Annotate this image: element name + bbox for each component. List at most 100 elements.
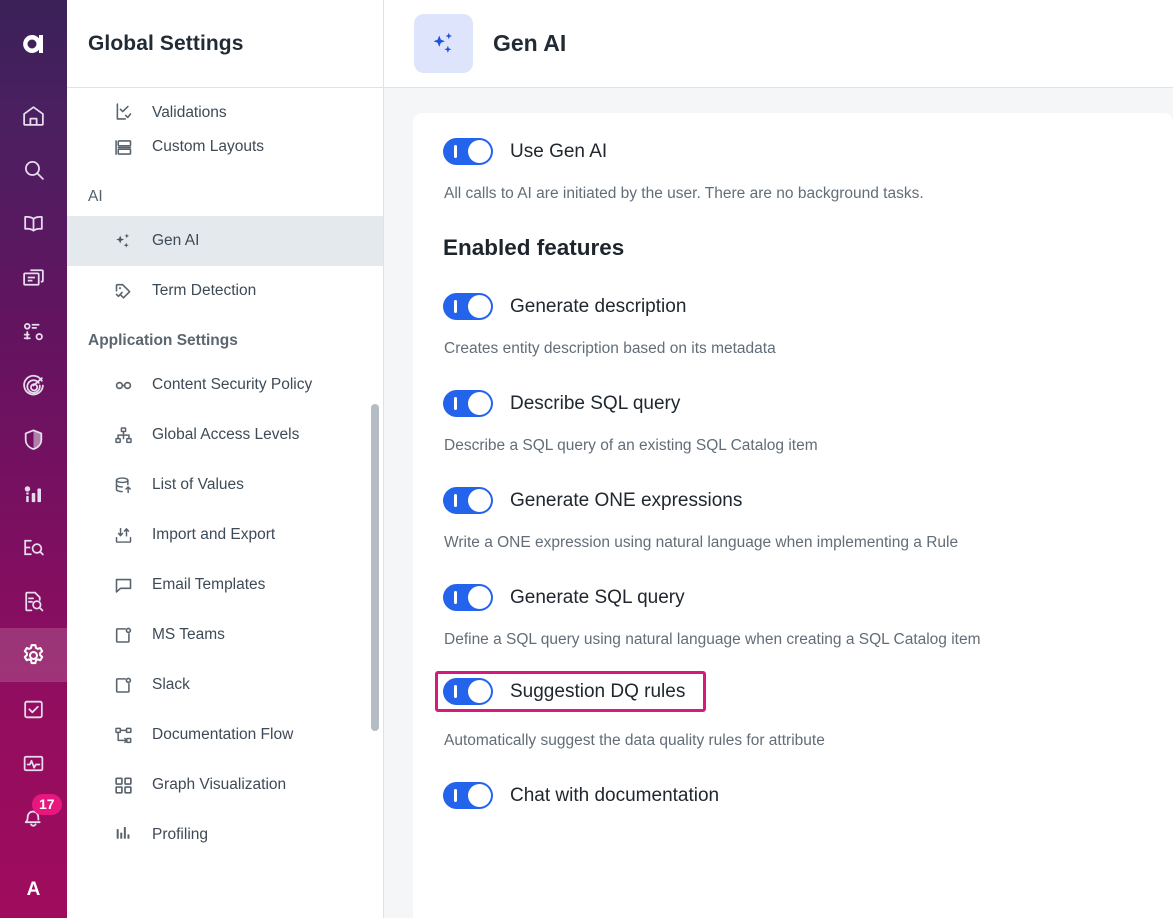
sidebar-item-email-templates[interactable]: Email Templates [67,560,383,610]
sql-catalog-search-icon[interactable] [0,520,67,574]
feature-description: Write a ONE expression using natural lan… [444,534,1139,552]
use-gen-ai-label: Use Gen AI [510,141,607,163]
data-quality-target-icon[interactable] [0,358,67,412]
sidebar-item-ms-teams[interactable]: MS Teams [67,610,383,660]
generate-sql-query-toggle[interactable] [443,584,493,611]
toggle-bar-icon [454,397,457,410]
toggle-bar-icon [454,145,457,158]
toggle-knob [468,586,491,609]
feature-label: Suggestion DQ rules [510,681,685,703]
generate-one-expressions-toggle[interactable] [443,487,493,514]
tasks-checkbox-icon[interactable] [0,682,67,736]
toggle-knob [468,295,491,318]
sidebar-scrollbar-thumb[interactable] [371,404,379,731]
profiling-bars-icon [112,822,134,844]
sidebar-item-global-access-levels[interactable]: Global Access Levels [67,410,383,460]
import-export-icon [112,524,134,546]
data-model-icon[interactable] [0,304,67,358]
catalog-folder-icon[interactable] [0,250,67,304]
shield-icon[interactable] [0,412,67,466]
sidebar-item-graph-visualization[interactable]: Graph Visualization [67,760,383,810]
sidebar-group-application-settings: Application Settings [67,316,383,360]
sidebar-item-label: Slack [152,676,190,694]
feature-label: Chat with documentation [510,785,719,807]
sidebar-item-profiling[interactable]: Profiling [67,810,383,844]
feature-description: Define a SQL query using natural languag… [444,631,1139,649]
monitoring-pulse-icon[interactable] [0,736,67,790]
main-content: Gen AI Use Gen AI All calls to AI are in… [384,0,1173,918]
feature-description: Creates entity description based on its … [444,340,1139,358]
slack-icon [112,674,134,696]
sidebar-item-label: Gen AI [152,232,199,250]
custom-layouts-icon [112,136,134,158]
page-title: Global Settings [88,32,244,56]
sidebar-item-gen-ai[interactable]: Gen AI [67,216,383,266]
sidebar-item-custom-layouts[interactable]: Custom Layouts [67,122,383,172]
reports-bar-chart-icon[interactable] [0,466,67,520]
graph-visualization-icon [112,774,134,796]
toggle-bar-icon [454,300,457,313]
sidebar-item-label: Email Templates [152,576,265,594]
avatar[interactable]: A [0,862,67,918]
feature-label: Generate ONE expressions [510,490,742,512]
sidebar-item-label: Content Security Policy [152,376,312,394]
tag-check-icon [112,280,134,302]
main-header: Gen AI [384,0,1173,88]
use-gen-ai-toggle[interactable] [443,138,493,165]
gen-ai-settings-card: Use Gen AI All calls to AI are initiated… [413,113,1173,918]
sidebar-item-label: Documentation Flow [152,726,293,744]
sidebar-item-slack[interactable]: Slack [67,660,383,710]
left-icon-rail: 17 A [0,0,67,918]
sidebar-item-term-detection[interactable]: Term Detection [67,266,383,316]
toggle-bar-icon [454,591,457,604]
validations-icon [112,100,134,122]
feature-description: Automatically suggest the data quality r… [444,732,1139,750]
sidebar-item-label: Validations [152,104,227,122]
sidebar-item-validations[interactable]: Validations [67,88,383,122]
sidebar-item-list-of-values[interactable]: List of Values [67,460,383,510]
feature-row: Generate ONE expressions [443,487,1139,514]
gear-icon[interactable] [0,628,67,682]
describe-sql-query-toggle[interactable] [443,390,493,417]
chat-with-documentation-toggle[interactable] [443,782,493,809]
sidebar-item-label: Import and Export [152,526,275,544]
sidebar-item-documentation-flow[interactable]: Documentation Flow [67,710,383,760]
feature-label: Generate SQL query [510,587,685,609]
glossary-book-icon[interactable] [0,196,67,250]
settings-sidebar: Global Settings Validations Custom Layou… [67,0,384,918]
sidebar-item-label: Global Access Levels [152,426,299,444]
main-body: Use Gen AI All calls to AI are initiated… [384,88,1173,918]
sidebar-group-ai: AI [67,172,383,216]
toggle-bar-icon [454,789,457,802]
sparkle-icon [112,230,134,252]
sidebar-item-label: Graph Visualization [152,776,286,794]
sidebar-item-import-and-export[interactable]: Import and Export [67,510,383,560]
sidebar-scroll-area[interactable]: Validations Custom Layouts AI Gen AI [67,88,383,918]
use-gen-ai-row: Use Gen AI [443,138,1139,165]
generate-description-toggle[interactable] [443,293,493,320]
sidebar-item-label: List of Values [152,476,244,494]
sidebar-item-content-security-policy[interactable]: Content Security Policy [67,360,383,410]
enabled-features-heading: Enabled features [443,235,1139,261]
toggle-knob [468,489,491,512]
bell-icon[interactable]: 17 [0,790,67,844]
link-chain-icon [112,374,134,396]
database-upload-icon [112,474,134,496]
search-icon[interactable] [0,142,67,196]
ataccama-logo[interactable] [0,0,67,88]
main-page-title: Gen AI [493,30,566,57]
document-search-icon[interactable] [0,574,67,628]
sidebar-item-label: Profiling [152,826,208,844]
feature-row: Describe SQL query [443,390,1139,417]
home-icon[interactable] [0,88,67,142]
feature-label: Describe SQL query [510,393,680,415]
suggestion-dq-rules-toggle[interactable] [443,678,493,705]
sparkle-icon [414,14,473,73]
hierarchy-icon [112,424,134,446]
feature-row: Generate description [443,293,1139,320]
toggle-knob [468,784,491,807]
sidebar-item-label: Custom Layouts [152,138,264,156]
sidebar-item-label: MS Teams [152,626,225,644]
feature-row: Generate SQL query [443,584,1139,611]
toggle-bar-icon [454,494,457,507]
